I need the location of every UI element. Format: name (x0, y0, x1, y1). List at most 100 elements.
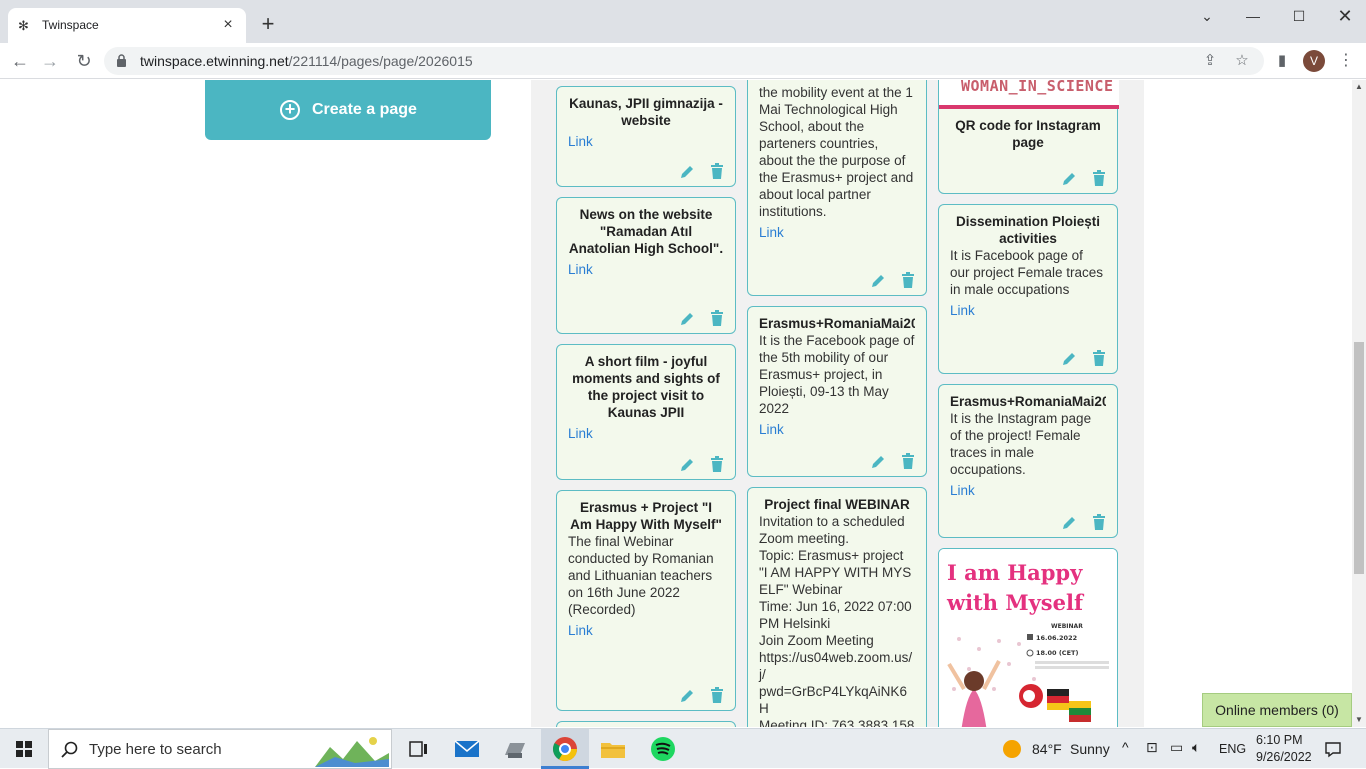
delete-trash-icon[interactable] (709, 455, 725, 473)
battery-icon[interactable]: ▭ (1170, 739, 1183, 756)
share-icon[interactable]: ⇪ (1200, 51, 1220, 71)
card-dissemination-ploiesti[interactable]: Dissemination Ploiești activities It is … (938, 204, 1118, 374)
edit-pencil-icon[interactable] (679, 162, 695, 180)
edit-pencil-icon[interactable] (679, 455, 695, 473)
scroll-thumb[interactable] (1354, 342, 1364, 574)
windows-start-icon[interactable] (0, 729, 48, 769)
card-actions (669, 309, 725, 327)
card-final-webinar-recorded[interactable]: Erasmus + Project "I Am Happy With Mysel… (556, 490, 736, 711)
profile-avatar[interactable]: V (1303, 50, 1325, 72)
page-scrollbar[interactable]: ▲ ▼ (1352, 80, 1366, 727)
clock-date[interactable]: 9/26/2022 (1256, 750, 1312, 764)
side-panel-icon[interactable]: ▮ (1272, 51, 1292, 71)
scroll-up-icon[interactable]: ▲ (1352, 80, 1366, 94)
poster-time: 18.00 (CET) (1036, 649, 1078, 657)
card-link[interactable]: Link (568, 133, 593, 150)
card-kaunas-website[interactable]: Kaunas, JPII gimnazija - website Link (556, 86, 736, 187)
maximize-icon[interactable]: ☐ (1276, 4, 1322, 28)
card-link[interactable]: Link (759, 224, 784, 241)
card-link[interactable]: Link (568, 622, 593, 639)
scroll-down-icon[interactable]: ▼ (1352, 713, 1366, 727)
card-body: Invitation to a scheduled Zoom meeting. … (759, 514, 915, 727)
card-actions (1051, 513, 1107, 531)
card-body: It is the Instagram page of the project!… (950, 411, 1092, 477)
delete-trash-icon[interactable] (709, 686, 725, 704)
card-body: and inform readers about the mobility ev… (759, 80, 914, 219)
browser-menu-icon[interactable]: ⋮ (1338, 49, 1354, 73)
notification-icon[interactable] (1324, 740, 1342, 758)
card-link[interactable]: Link (950, 482, 975, 499)
edit-pencil-icon[interactable] (1061, 513, 1077, 531)
task-view-icon[interactable] (402, 735, 432, 763)
card-title: Kaunas, JPII gimnazija - website (569, 96, 723, 128)
card-news-mobility-event[interactable]: and inform readers about the mobility ev… (747, 80, 927, 296)
edit-pencil-icon[interactable] (870, 271, 886, 289)
card-erasmus-romania-facebook[interactable]: Erasmus+RomaniaMai2022 It is the Faceboo… (747, 306, 927, 477)
card-title: Erasmus + Project "I Am Happy With Mysel… (570, 500, 722, 532)
delete-trash-icon[interactable] (709, 309, 725, 327)
browser-tab[interactable]: ✻ Twinspace × (8, 8, 246, 43)
address-bar[interactable]: twinspace.etwinning.net/221114/pages/pag… (104, 47, 1264, 75)
mail-icon[interactable] (452, 735, 482, 763)
taskbar-search-input[interactable]: Type here to search (48, 729, 392, 769)
poster-line2: with Myself (946, 590, 1085, 615)
card-actions (669, 686, 725, 704)
spotify-icon[interactable] (648, 735, 678, 763)
card-actions (669, 162, 725, 180)
card-link[interactable]: Link (568, 425, 593, 442)
delete-trash-icon[interactable] (900, 271, 916, 289)
printer-app-icon[interactable] (500, 735, 530, 763)
card-actions (669, 455, 725, 473)
woman-in-science-banner-image: WOMAN_IN_SCIENCE (939, 80, 1119, 109)
search-highlight-landscape-icon (315, 737, 389, 767)
card-actions (860, 271, 916, 289)
tab-search-chevron-icon[interactable]: ⌄ (1184, 4, 1230, 28)
weather-temp[interactable]: 84°F (1032, 741, 1062, 757)
edit-pencil-icon[interactable] (1061, 349, 1077, 367)
browser-toolbar: ← → ↻ twinspace.etwinning.net/221114/pag… (0, 43, 1366, 79)
delete-trash-icon[interactable] (709, 162, 725, 180)
card-link[interactable]: Link (950, 302, 975, 319)
card-short-film-kaunas[interactable]: A short film - joyful moments and sights… (556, 344, 736, 480)
edit-pencil-icon[interactable] (679, 686, 695, 704)
new-tab-icon[interactable]: + (256, 12, 280, 36)
card-title: News on the website "Ramadan Atıl Anatol… (568, 207, 724, 256)
bookmark-star-icon[interactable]: ☆ (1232, 51, 1252, 71)
chrome-taskbar-active[interactable] (541, 729, 589, 769)
card-partial-next[interactable] (556, 721, 736, 727)
file-explorer-icon[interactable] (598, 735, 628, 763)
close-tab-icon[interactable]: × (218, 15, 238, 35)
lock-icon (117, 54, 126, 67)
delete-trash-icon[interactable] (900, 452, 916, 470)
edit-pencil-icon[interactable] (1061, 169, 1077, 187)
network-icon[interactable]: ⊡ (1146, 739, 1158, 756)
close-window-icon[interactable]: ✕ (1322, 4, 1366, 28)
online-members-button[interactable]: Online members (0) (1202, 693, 1352, 727)
tray-chevron-up-icon[interactable]: ^ (1122, 739, 1129, 755)
weather-desc[interactable]: Sunny (1070, 741, 1110, 757)
delete-trash-icon[interactable] (1091, 349, 1107, 367)
card-project-final-webinar[interactable]: Project final WEBINAR Invitation to a sc… (747, 487, 927, 727)
twinspace-favicon-icon: ✻ (18, 18, 29, 33)
sun-weather-icon (1003, 740, 1021, 758)
minimize-icon[interactable]: — (1230, 4, 1276, 28)
edit-pencil-icon[interactable] (679, 309, 695, 327)
card-link[interactable]: Link (759, 421, 784, 438)
card-happy-with-myself-poster[interactable]: I am Happy with Myself WEBINAR 16.06.202… (938, 548, 1118, 727)
volume-icon[interactable]: 🔈︎ (1192, 739, 1200, 756)
card-link[interactable]: Link (568, 261, 593, 278)
edit-pencil-icon[interactable] (870, 452, 886, 470)
delete-trash-icon[interactable] (1091, 513, 1107, 531)
card-qr-instagram[interactable]: WOMAN_IN_SCIENCE QR code for Instagram p… (938, 80, 1119, 194)
back-icon[interactable]: ← (8, 49, 32, 73)
language-indicator[interactable]: ENG (1219, 742, 1246, 756)
page-viewport: + Create a page Kaunas, JPII gimnazija -… (0, 80, 1352, 727)
card-news-ramadan-atil[interactable]: News on the website "Ramadan Atıl Anatol… (556, 197, 736, 334)
card-erasmus-romania-instagram[interactable]: Erasmus+RomaniaMai2022 It is the Instagr… (938, 384, 1118, 538)
card-title: A short film - joyful moments and sights… (572, 354, 720, 420)
reload-icon[interactable]: ↻ (72, 49, 96, 73)
create-page-button[interactable]: + Create a page (205, 80, 491, 140)
delete-trash-icon[interactable] (1091, 169, 1107, 187)
clock-time[interactable]: 6:10 PM (1256, 733, 1303, 747)
forward-icon[interactable]: → (38, 49, 62, 73)
